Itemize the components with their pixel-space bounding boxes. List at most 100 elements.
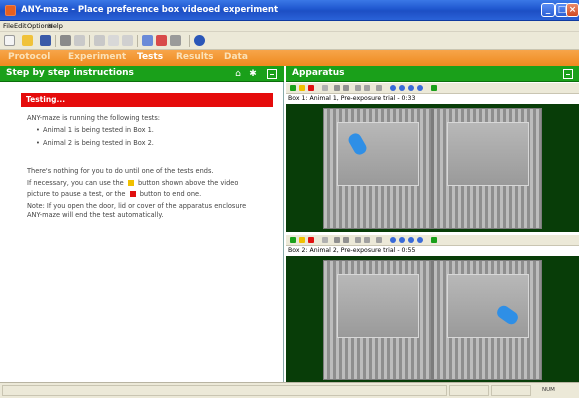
video-toolbar [286,83,579,94]
pause-icon [127,180,134,186]
instructions-text: button shown above the video [137,179,239,187]
instructions-line: Note: If you open the door, lid or cover… [27,202,247,210]
title-bar: ANY-maze - Place preference box videoed … [0,0,579,21]
stop-icon[interactable] [308,85,314,91]
step-icon[interactable] [322,237,328,243]
zoom-fit-icon[interactable] [355,237,361,243]
menu-edit[interactable]: Edit [14,22,27,30]
view-icon[interactable] [417,237,423,243]
view-icon[interactable] [417,85,423,91]
stop-icon[interactable] [308,237,314,243]
minimize-panel-icon[interactable] [267,69,277,79]
apparatus-panel-header: Apparatus [286,66,579,82]
instructions-text: button to end one. [139,190,202,198]
rewind-icon[interactable] [334,237,340,243]
view-icon[interactable] [399,85,405,91]
instructions-line-stop: picture to pause a test, or the button t… [27,190,201,198]
arrow-right-icon[interactable] [431,237,437,243]
video-frame-box1 [323,108,542,229]
instructions-panel-header: Step by step instructions ⌂ ✱ [0,66,284,82]
apparatus-panel: Apparatus Box 1: Animal 1, Pre-exposure … [286,66,579,382]
video-toolbar [286,235,579,246]
step-icon[interactable] [322,85,328,91]
minimize-button[interactable]: _ [541,3,555,17]
tab-protocol[interactable]: Protocol [8,52,50,62]
tab-tests[interactable]: Tests [137,52,163,62]
print-icon[interactable] [60,35,71,46]
chamber-floor [337,274,419,338]
forward-icon[interactable] [343,85,349,91]
tab-data[interactable]: Data [224,52,248,62]
chart-icon[interactable] [156,35,167,46]
pause-icon[interactable] [299,85,305,91]
num-lock-indicator: NUM [542,387,555,393]
toolbar-separator [89,35,90,47]
view-icon[interactable] [408,85,414,91]
instructions-text: If necessary, you can use the [27,179,124,187]
instructions-line: ANY-maze will end the test automatically… [27,211,164,219]
box1-label: Box 1: Animal 1, Pre-exposure trial - 0:… [288,95,416,102]
move-icon[interactable] [364,237,370,243]
pin-icon[interactable]: ✱ [248,69,258,79]
toolbar-separator [137,35,138,47]
tools-icon[interactable] [170,35,181,46]
chamber-floor [447,274,529,338]
help-icon[interactable] [194,35,205,46]
minimize-panel-icon[interactable] [563,69,573,79]
main-tab-bar: Protocol Experiment Tests Results Data [0,50,579,66]
video-feed-box2[interactable] [286,256,579,382]
menu-file[interactable]: File [3,22,14,30]
cut-icon[interactable] [94,35,105,46]
zoom-icon[interactable] [376,237,382,243]
view-icon[interactable] [390,85,396,91]
view-icon[interactable] [399,237,405,243]
play-icon[interactable] [290,237,296,243]
menu-help[interactable]: Help [48,22,63,30]
toolbar-separator [189,35,190,47]
instructions-line: ANY-maze is running the following tests: [27,114,161,122]
toolbar-separator [55,35,56,47]
toolbar [0,32,579,50]
menu-bar: File Edit Options Help [0,21,579,32]
move-icon[interactable] [364,85,370,91]
rewind-icon[interactable] [334,85,340,91]
new-icon[interactable] [4,35,15,46]
close-button[interactable]: × [566,3,579,17]
chamber-floor [447,122,529,186]
testing-status-text: Testing... [26,95,66,104]
window-title: ANY-maze - Place preference box videoed … [21,5,279,15]
status-bar: NUM [0,382,579,398]
tab-results[interactable]: Results [176,52,214,62]
instructions-bullet: Animal 1 is being tested in Box 1. [36,126,154,134]
home-icon[interactable]: ⌂ [233,69,243,79]
open-folder-icon[interactable] [22,35,33,46]
testing-status-bar: Testing... [21,93,273,107]
video-label-box1: Box 1: Animal 1, Pre-exposure trial - 0:… [286,94,579,104]
instructions-panel-title: Step by step instructions [6,68,134,78]
print-preview-icon[interactable] [74,35,85,46]
zoom-fit-icon[interactable] [355,85,361,91]
view-icon[interactable] [390,237,396,243]
instructions-line: There's nothing for you to do until one … [27,167,214,175]
video-feed-box1[interactable] [286,104,579,232]
view-icon[interactable] [408,237,414,243]
report-icon[interactable] [142,35,153,46]
box2-label: Box 2: Animal 2, Pre-exposure trial - 0:… [288,247,416,254]
tab-experiment[interactable]: Experiment [68,52,126,62]
video-label-box2: Box 2: Animal 2, Pre-exposure trial - 0:… [286,246,579,256]
zoom-icon[interactable] [376,85,382,91]
copy-icon[interactable] [108,35,119,46]
status-cell [449,385,489,396]
video-frame-box2 [323,260,542,380]
stop-icon [129,191,136,197]
paste-icon[interactable] [122,35,133,46]
status-cell [2,385,447,396]
forward-icon[interactable] [343,237,349,243]
arrow-right-icon[interactable] [431,85,437,91]
apparatus-panel-title: Apparatus [292,68,345,78]
play-icon[interactable] [290,85,296,91]
instructions-panel: Step by step instructions ⌂ ✱ Testing...… [0,66,284,382]
save-icon[interactable] [40,35,51,46]
app-icon [5,5,16,16]
pause-icon[interactable] [299,237,305,243]
